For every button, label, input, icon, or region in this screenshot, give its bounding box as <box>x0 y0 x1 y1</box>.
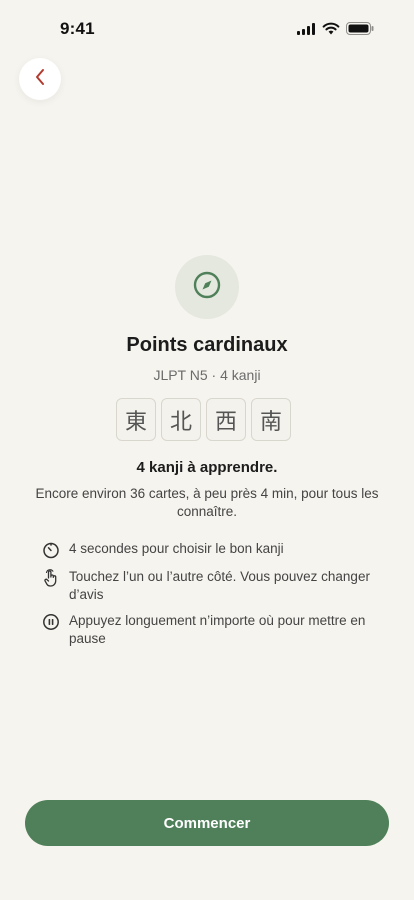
tip-text: 4 secondes pour choisir le bon kanji <box>69 541 284 556</box>
cellular-signal-icon <box>297 22 316 40</box>
kanji-tile: 東 <box>116 398 156 441</box>
tap-hand-icon <box>41 568 61 588</box>
status-bar: 9:41 <box>0 0 414 56</box>
tip-item: Touchez l’un ou l’autre côté. Vous pouve… <box>41 568 381 604</box>
chevron-left-icon <box>33 67 47 92</box>
back-button[interactable] <box>19 58 61 100</box>
pause-icon <box>41 612 61 632</box>
learn-description: Encore environ 36 cartes, à peu près 4 m… <box>35 486 379 519</box>
battery-icon <box>346 22 374 40</box>
kanji-preview-row: 東 北 西 南 <box>116 398 291 441</box>
tip-text: Appuyez longuement n’importe où pour met… <box>69 613 366 646</box>
timer-icon <box>41 540 61 560</box>
compass-icon <box>192 270 222 305</box>
tip-item: 4 secondes pour choisir le bon kanji <box>41 540 381 560</box>
deck-title: Points cardinaux <box>126 334 288 356</box>
kanji-tile: 南 <box>251 398 291 441</box>
learn-heading: 4 kanji à apprendre. <box>136 459 278 476</box>
tip-text: Touchez l’un ou l’autre côté. Vous pouve… <box>69 569 370 602</box>
tip-item: Appuyez longuement n’importe où pour met… <box>41 612 381 648</box>
deck-icon-badge <box>175 255 239 319</box>
kanji-tile: 北 <box>161 398 201 441</box>
status-icons <box>297 22 374 40</box>
kanji-tile: 西 <box>206 398 246 441</box>
start-button[interactable]: Commencer <box>25 800 389 846</box>
status-time: 9:41 <box>60 19 95 38</box>
deck-subtitle: JLPT N5 · 4 kanji <box>153 367 261 383</box>
wifi-icon <box>322 22 340 40</box>
tips-list: 4 secondes pour choisir le bon kanji Tou… <box>41 540 381 656</box>
